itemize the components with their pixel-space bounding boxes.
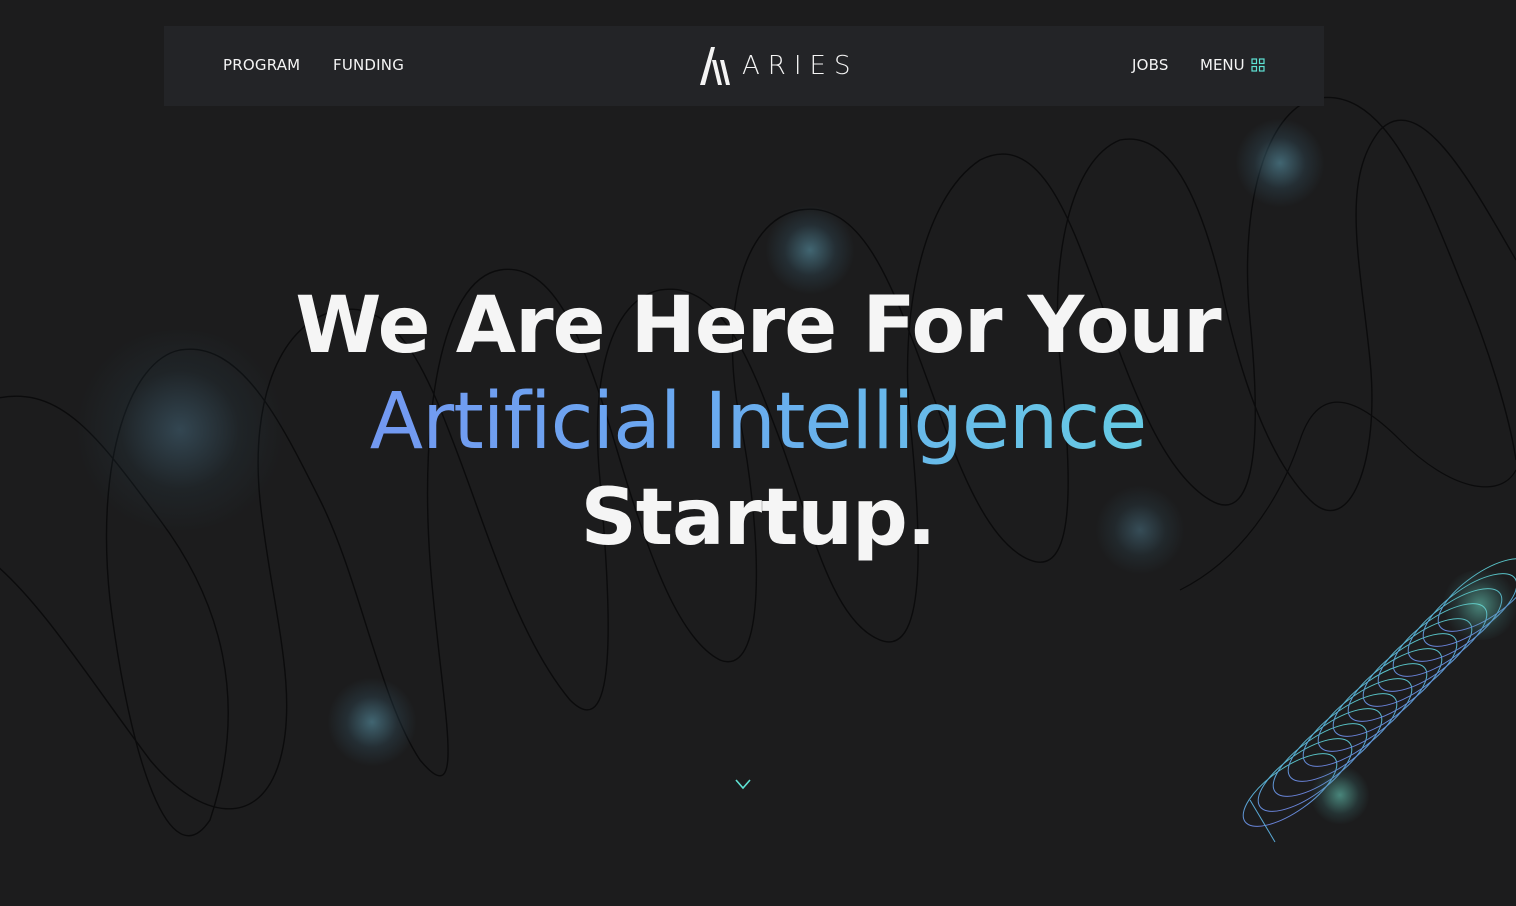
hero-heading: We Are Here For Your Artificial Intellig… — [0, 278, 1516, 566]
glow-orb — [1440, 570, 1516, 640]
arrow-down-icon[interactable] — [732, 728, 754, 792]
nav-link-program[interactable]: PROGRAM — [223, 56, 300, 74]
aries-logo-icon — [700, 47, 730, 85]
logo[interactable]: ARIES — [698, 46, 858, 86]
grid-icon — [1251, 58, 1265, 72]
hero-line-2-gradient: Artificial Intelligence — [0, 374, 1516, 470]
logo-text: ARIES — [742, 51, 859, 81]
top-navbar: PROGRAM FUNDING ARIES JOBS MENU — [164, 26, 1324, 106]
hero-line-1: We Are Here For Your — [295, 281, 1221, 371]
nav-link-funding[interactable]: FUNDING — [333, 56, 404, 74]
page: PROGRAM FUNDING ARIES JOBS MENU We Are H… — [0, 0, 1516, 906]
menu-button[interactable]: MENU — [1200, 56, 1265, 74]
glow-orb — [327, 677, 417, 767]
glow-orb — [1235, 118, 1325, 208]
coil-graphic — [1242, 558, 1516, 843]
nav-link-jobs[interactable]: JOBS — [1132, 56, 1169, 74]
hero-line-3: Startup. — [580, 473, 937, 563]
menu-label: MENU — [1200, 56, 1245, 74]
glow-orb — [1310, 765, 1370, 825]
